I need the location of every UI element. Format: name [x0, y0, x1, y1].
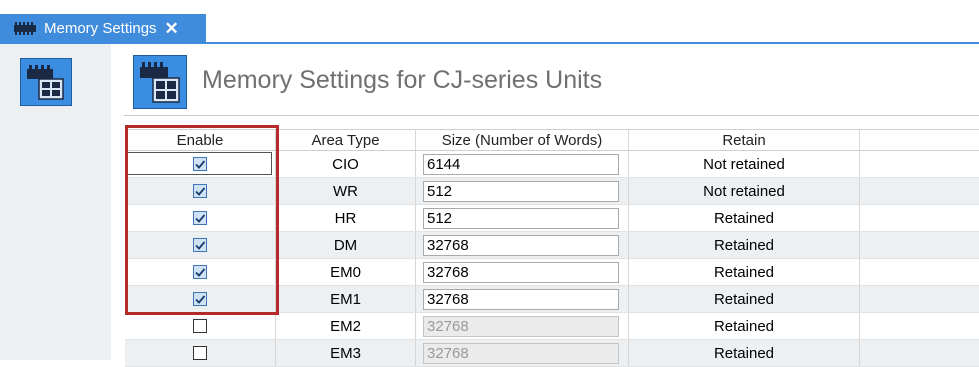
filler-cell [859, 340, 979, 366]
check-icon [194, 185, 206, 197]
size-input[interactable]: 32768 [423, 261, 619, 283]
area-type-cell: DM [275, 232, 415, 258]
page-title: Memory Settings for CJ-series Units [202, 66, 603, 94]
area-type-cell: EM2 [275, 313, 415, 339]
enable-checkbox[interactable] [193, 238, 207, 252]
size-cell: 32768 [415, 286, 628, 312]
size-input: 32768 [423, 342, 619, 364]
table-row[interactable]: CIO 6144 Not retained [125, 151, 979, 178]
enable-cell [125, 340, 275, 366]
enable-cell [125, 205, 275, 231]
filler-cell [859, 259, 979, 285]
column-header-filler [859, 130, 979, 150]
enable-checkbox[interactable] [193, 346, 207, 360]
size-cell: 32768 [415, 232, 628, 258]
check-icon [194, 212, 206, 224]
size-input[interactable]: 512 [423, 207, 619, 229]
column-header-retain[interactable]: Retain [628, 130, 859, 150]
document-tab-strip: Memory Settings ✕ [0, 0, 979, 42]
memory-unit-icon [133, 55, 187, 109]
tab-label: Memory Settings [44, 19, 157, 37]
filler-cell [859, 313, 979, 339]
area-type-cell: HR [275, 205, 415, 231]
filler-cell [859, 232, 979, 258]
size-cell: 512 [415, 205, 628, 231]
retain-cell[interactable]: Retained [628, 232, 859, 258]
check-icon [194, 266, 206, 278]
enable-checkbox[interactable] [193, 265, 207, 279]
grid-header: Enable Area Type Size (Number of Words) … [125, 129, 979, 151]
enable-checkbox[interactable] [193, 319, 207, 333]
title-divider [124, 115, 979, 116]
table-row[interactable]: DM 32768 Retained [125, 232, 979, 259]
table-row[interactable]: EM0 32768 Retained [125, 259, 979, 286]
enable-cell [125, 178, 275, 204]
table-row[interactable]: WR 512 Not retained [125, 178, 979, 205]
enable-cell [125, 151, 275, 177]
size-input[interactable]: 6144 [423, 153, 619, 175]
retain-cell[interactable]: Retained [628, 205, 859, 231]
size-input[interactable]: 32768 [423, 288, 619, 310]
memory-chip-icon [12, 20, 40, 36]
enable-checkbox[interactable] [193, 157, 207, 171]
enable-checkbox[interactable] [193, 184, 207, 198]
enable-checkbox[interactable] [193, 292, 207, 306]
table-row[interactable]: EM2 32768 Retained [125, 313, 979, 340]
main-panel: Memory Settings for CJ-series Units Enab… [111, 44, 979, 367]
memory-unit-icon[interactable] [20, 58, 72, 106]
retain-cell[interactable]: Retained [628, 286, 859, 312]
area-type-cell: EM3 [275, 340, 415, 366]
enable-cell [125, 259, 275, 285]
check-icon [194, 239, 206, 251]
area-type-cell: CIO [275, 151, 415, 177]
check-icon [194, 293, 206, 305]
filler-cell [859, 178, 979, 204]
column-header-size[interactable]: Size (Number of Words) [415, 130, 628, 150]
left-panel [0, 44, 111, 360]
enable-checkbox[interactable] [193, 211, 207, 225]
memory-settings-grid: Enable Area Type Size (Number of Words) … [125, 129, 979, 367]
area-type-cell: EM0 [275, 259, 415, 285]
check-icon [194, 158, 206, 170]
area-type-cell: WR [275, 178, 415, 204]
tab-memory-settings[interactable]: Memory Settings ✕ [0, 14, 206, 42]
filler-cell [859, 205, 979, 231]
close-icon[interactable]: ✕ [165, 20, 179, 37]
table-row[interactable]: HR 512 Retained [125, 205, 979, 232]
size-cell: 32768 [415, 259, 628, 285]
size-cell: 32768 [415, 313, 628, 339]
size-input: 32768 [423, 315, 619, 337]
size-cell: 6144 [415, 151, 628, 177]
retain-cell[interactable]: Not retained [628, 151, 859, 177]
filler-cell [859, 286, 979, 312]
column-header-enable[interactable]: Enable [125, 130, 275, 150]
enable-cell [125, 232, 275, 258]
filler-cell [859, 151, 979, 177]
size-cell: 32768 [415, 340, 628, 366]
retain-cell[interactable]: Retained [628, 259, 859, 285]
size-input[interactable]: 512 [423, 180, 619, 202]
column-header-area-type[interactable]: Area Type [275, 130, 415, 150]
retain-cell[interactable]: Retained [628, 340, 859, 366]
area-type-cell: EM1 [275, 286, 415, 312]
size-input[interactable]: 32768 [423, 234, 619, 256]
size-cell: 512 [415, 178, 628, 204]
enable-cell [125, 286, 275, 312]
retain-cell[interactable]: Retained [628, 313, 859, 339]
enable-cell [125, 313, 275, 339]
retain-cell[interactable]: Not retained [628, 178, 859, 204]
table-row[interactable]: EM1 32768 Retained [125, 286, 979, 313]
table-row[interactable]: EM3 32768 Retained [125, 340, 979, 367]
